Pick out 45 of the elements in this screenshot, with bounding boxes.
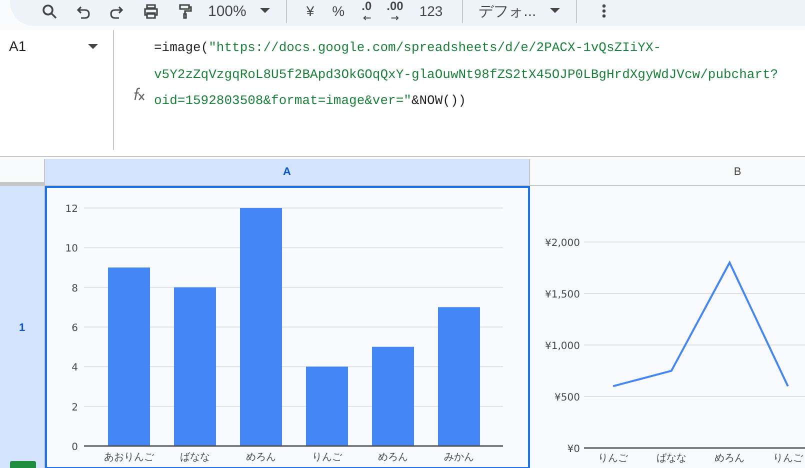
decimal-label[interactable]: .00 bbox=[386, 0, 404, 13]
axis-label: 0 bbox=[72, 442, 78, 453]
axis-label: ¥500 bbox=[554, 392, 580, 404]
axis-label: 6 bbox=[72, 323, 78, 334]
axis-label: ばなな bbox=[656, 453, 686, 464]
caret-icon bbox=[260, 8, 270, 14]
formula-line: v5Y2zZqVzgqRoL8U5f2BApd3OkGOqQxY-glaOuwNt98fZS2tX45OJP0LBgHrdXgyWdJVcw/pubchart? bbox=[154, 66, 778, 84]
dropdown-button[interactable]: 100% bbox=[202, 2, 276, 20]
paint-roller-icon[interactable] bbox=[177, 3, 193, 19]
dropdown-button[interactable]: デフォ... bbox=[472, 2, 566, 20]
axis-label: めろん bbox=[246, 452, 276, 463]
printer-icon[interactable] bbox=[143, 3, 159, 19]
formula-line: =image("https://docs.google.com/spreadsheets/d/e/2PACX-1vQsZIiYX- bbox=[154, 39, 662, 57]
axis-label: めろん bbox=[378, 452, 408, 463]
axis-label: りんご bbox=[598, 453, 628, 464]
format-button[interactable]: % bbox=[323, 3, 354, 19]
axis-label: あおりんご bbox=[104, 452, 154, 463]
arrow-right-icon[interactable] bbox=[388, 13, 401, 23]
axis-label: りんご bbox=[312, 452, 342, 463]
axis-label: ¥0 bbox=[567, 444, 580, 455]
format-button[interactable]: 123 bbox=[410, 3, 452, 19]
arrow-left-icon[interactable] bbox=[360, 13, 373, 23]
axis-label: 4 bbox=[72, 362, 78, 374]
status-marker bbox=[10, 461, 36, 468]
caret-icon bbox=[550, 8, 560, 14]
formula-line: oid=1592803508&format=image&ver="&NOW()) bbox=[154, 92, 468, 110]
axis-label: みかん bbox=[444, 452, 474, 463]
formula-field[interactable]: =image("https://docs.google.com/spreadsheets/d/e/2PACX-1vQsZIiYX- v5Y2zZqVzgqRoL8U5f2BApd3OkGOqQxY-glaOuwNt98fZS2tX45OJP0LBgHrdXgyWdJVcw/pubchart? oid=1592803508&format=image&ver="&NOW()) bbox=[154, 30, 778, 156]
search-icon[interactable] bbox=[41, 3, 57, 19]
format-button[interactable]: ¥ bbox=[297, 3, 324, 19]
axis-label: 2 bbox=[72, 402, 78, 414]
axis-label: 10 bbox=[65, 244, 78, 255]
caret-icon bbox=[88, 44, 98, 50]
axis-label: ¥1,500 bbox=[545, 290, 580, 300]
axis-label: めろん bbox=[714, 453, 745, 464]
name-box[interactable]: A1 bbox=[0, 30, 104, 156]
axis-label: ばなな bbox=[180, 452, 210, 463]
axis-label: ¥1,000 bbox=[545, 341, 580, 352]
axis-label: 8 bbox=[72, 283, 78, 294]
axis-label: りんご bbox=[772, 453, 803, 464]
row-header[interactable]: 1 bbox=[0, 186, 45, 468]
column-header[interactable]: A bbox=[45, 159, 530, 186]
decimal-label[interactable]: .0 bbox=[362, 0, 372, 13]
axis-label: 12 bbox=[65, 204, 78, 215]
axis-label: ¥2,000 bbox=[545, 238, 580, 249]
